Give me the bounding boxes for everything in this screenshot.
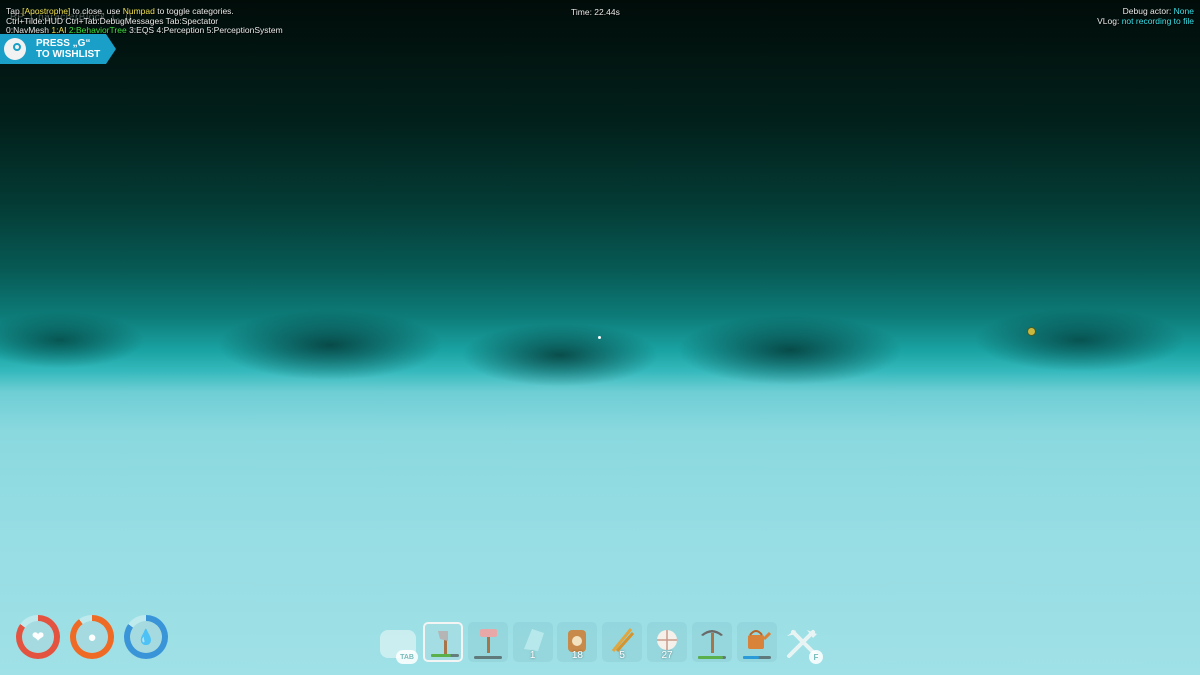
sky-cloud-band [0,300,1200,410]
heart-icon: ❤ [31,629,45,646]
debug-actor: Debug actor: None [1122,6,1194,16]
wishlist-line-2: TO WISHLIST [36,49,101,60]
steam-icon [4,38,26,60]
pickaxe-icon [697,625,727,655]
item-count: 5 [619,650,625,661]
hammer-icon [473,625,503,655]
thirst-meter: 💧 [124,615,168,659]
item-count: 18 [571,650,583,661]
hotbar-slot-wheat[interactable]: 5 [602,622,643,662]
distant-object-marker [1027,327,1036,336]
craft-key-hint: F [809,650,823,664]
hotbar-slot-watering-can[interactable] [736,622,777,662]
tab-key-hint: TAB [396,650,418,664]
hotbar-slot-axe[interactable] [423,622,463,662]
durability-bar [431,654,459,657]
wishlist-line-1: PRESS „G“ [36,38,91,49]
crosshair-dot [598,336,601,339]
wishlist-banner[interactable]: PRESS „G“ TO WISHLIST [0,34,116,64]
axe-icon [430,627,460,657]
debug-line-3: 0:NavMesh 1:AI 2:BehaviorTree 3:EQS 4:Pe… [6,25,283,35]
health-meter: ❤ [16,615,60,659]
durability-bar [742,656,771,659]
hunger-meter: ● [70,615,114,659]
watering-can-icon [742,625,772,655]
hotbar-slot-glass-shard[interactable]: 1 [512,622,553,662]
water-drop-icon: 💧 [136,629,156,646]
hotbar-slot-pickaxe[interactable] [691,622,732,662]
hotbar-slot-cotton[interactable]: 27 [647,622,687,662]
item-count: 1 [529,650,536,661]
debug-line-1: Tap [Apostrophe] to close, use Numpad to… [6,6,234,16]
vlog-status: VLog: not recording to file [1097,16,1194,26]
durability-bar [473,656,502,659]
time-readout: Time: 22.44s [571,7,620,17]
durability-bar [697,656,726,659]
hotbar-slot-seed-bag[interactable]: 18 [557,622,598,662]
item-count: 27 [661,650,673,661]
apple-icon: ● [87,628,97,646]
hotbar-slot-hammer[interactable] [467,622,508,662]
